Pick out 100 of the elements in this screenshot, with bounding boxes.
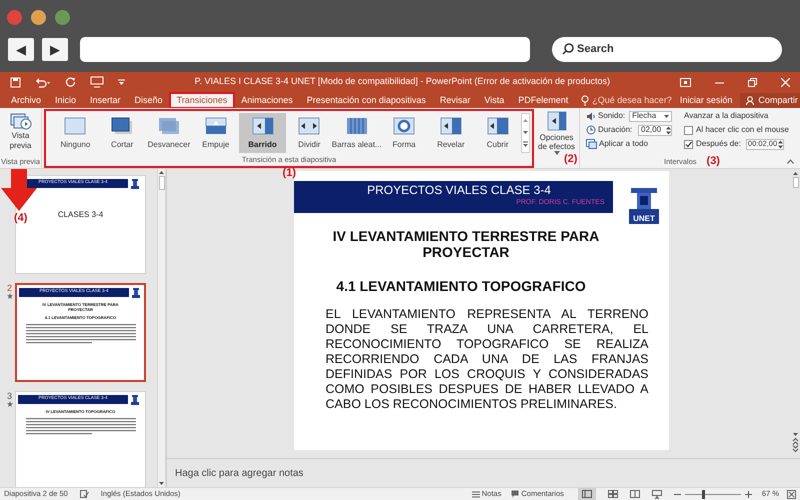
spin-arrows-icon: [666, 126, 671, 134]
share-button[interactable]: Compartir: [740, 93, 800, 108]
ribbon-tab[interactable]: Inicio: [48, 93, 84, 108]
apply-all-button[interactable]: Aplicar a todo: [586, 138, 672, 150]
duration-spinner[interactable]: 02,00: [638, 124, 672, 136]
maximize-button[interactable]: [55, 10, 70, 24]
checkbox[interactable]: [684, 140, 693, 148]
transition-option[interactable]: Empuje: [192, 113, 240, 153]
search-field[interactable]: Search: [552, 36, 782, 62]
collapse-ribbon-icon[interactable]: [787, 159, 794, 164]
notes-icon: [472, 490, 480, 498]
preview-button[interactable]: Vista previa: [4, 111, 38, 151]
normal-view-button[interactable]: [578, 488, 596, 500]
address-field[interactable]: [80, 36, 530, 62]
slide-sorter-icon[interactable]: [608, 490, 618, 498]
slides-icon: [586, 139, 597, 149]
scroll-down-icon[interactable]: [792, 431, 799, 438]
checkbox-label: Al hacer clic con el mouse: [696, 124, 789, 136]
ribbon-tab[interactable]: Transiciones: [170, 93, 234, 108]
zoom-in-icon[interactable]: [744, 490, 752, 498]
unet-logo: UNET: [626, 186, 660, 226]
normal-view-icon: [582, 490, 592, 498]
slideshow-icon[interactable]: [652, 490, 662, 498]
checkbox[interactable]: [684, 126, 693, 134]
transition-option[interactable]: Desvanecer: [146, 113, 192, 153]
field-label: Duración:: [598, 124, 632, 136]
scroll-thumb[interactable]: [158, 176, 164, 190]
minimize-button[interactable]: [31, 10, 46, 24]
annotation-label: (1): [282, 166, 296, 180]
presentation-icon[interactable]: [90, 76, 104, 88]
ribbon-tab[interactable]: Revisar: [432, 93, 478, 108]
transition-shape-icon: [392, 116, 416, 136]
transition-bars-icon: [344, 116, 369, 136]
preview-icon: [10, 111, 32, 131]
slide-title: CLASES 3-4: [58, 209, 104, 221]
section-heading: Avanzar a la diapositiva: [684, 110, 770, 122]
transition-option[interactable]: Ninguno: [52, 113, 99, 153]
speaker-icon: [586, 112, 596, 120]
transition-option[interactable]: Cubrir: [474, 113, 522, 153]
sound-dropdown[interactable]: Flecha: [629, 110, 672, 122]
logo-icon: [132, 288, 140, 298]
ribbon-tab[interactable]: Archivo: [4, 93, 48, 108]
next-slide-icon[interactable]: [792, 445, 799, 452]
slide-number: 2: [6, 283, 12, 293]
forward-button[interactable]: ▶: [42, 38, 68, 60]
slide-body-text: EL LEVANTAMIENTO REPRESENTA AL TERRENO DONDE SE TRAZA UNA CARRETERA, EL RECONOCIMIENTO TOPOGRAFICO SE REALIZA RECORRIENDO CADA UNA DE LAS FRANJAS DEFINIDAS POR LOS CROQUIS Y CONSIDERADAS COMO POSIBLES DESPUES DE HABER LLEVADO A CABO LOS RECONOCIMIENTOS PRELIMINARES.: [326, 307, 648, 412]
scrollbar[interactable]: [157, 169, 166, 487]
slide-subtitle: 4.1 LEVANTAMIENTO TOPOGRAFICO: [336, 277, 587, 296]
transition-reveal-icon: [438, 116, 463, 136]
back-button[interactable]: ◀: [8, 38, 34, 60]
ribbon-tab[interactable]: Insertar: [83, 93, 128, 108]
transition-option[interactable]: Barrido: [239, 113, 286, 153]
transition-option[interactable]: Dividir: [286, 113, 333, 153]
undo-icon[interactable]: [35, 76, 51, 88]
spin-arrows-icon: [778, 140, 783, 148]
ribbon-tab[interactable]: Animaciones: [234, 93, 300, 108]
save-icon[interactable]: [10, 76, 21, 88]
annotation-label: (3): [706, 155, 720, 167]
tell-me-field[interactable]: ¿Qué desea hacer?: [592, 94, 672, 108]
window-title: P. VIALES I CLASE 3-4 UNET [Modo de compatibilidad] - PowerPoint (Error de activación de productos): [194, 75, 611, 88]
transition-fade-icon: [156, 116, 181, 136]
customize-caret-icon[interactable]: [118, 78, 125, 86]
logo-icon: [131, 395, 139, 405]
previous-slide-icon[interactable]: [792, 438, 799, 445]
annotation-label: (4): [14, 211, 28, 226]
effect-options-icon: [546, 111, 566, 131]
ribbon-tab[interactable]: Diseño: [128, 93, 170, 108]
close-icon[interactable]: [781, 78, 790, 86]
ribbon-tab[interactable]: PDFelement: [511, 93, 576, 108]
dropdown-caret-icon: [554, 151, 560, 155]
person-icon: [746, 96, 756, 105]
transition-option[interactable]: Forma: [380, 113, 428, 153]
slide-title: IV LEVANTAMIENTO TERRESTRE PARA PROYECTAR: [332, 228, 600, 260]
logo-icon: [131, 179, 139, 189]
spelling-check-icon[interactable]: [80, 490, 89, 498]
reading-view-icon[interactable]: [630, 490, 640, 498]
transition-option[interactable]: Barras aleat...: [332, 113, 381, 153]
transition-option[interactable]: Revelar: [427, 113, 474, 153]
checkbox-label: Después de:: [696, 138, 741, 150]
dropdown-caret-icon: [664, 114, 669, 118]
fit-to-window-icon[interactable]: [787, 490, 796, 498]
scroll-thumb[interactable]: [792, 177, 798, 188]
sign-in-link[interactable]: Iniciar sesión: [672, 93, 740, 108]
transition-split-icon: [297, 116, 322, 136]
search-icon: [562, 43, 574, 55]
transition-none-icon: [63, 116, 88, 136]
ribbon-tab[interactable]: Vista: [477, 93, 512, 108]
transition-push-icon: [204, 116, 228, 136]
transition-option[interactable]: Cortar: [98, 113, 146, 153]
transition-cut-icon: [110, 116, 134, 136]
field-label: Sonido:: [598, 110, 626, 122]
ribbon-tab[interactable]: Presentación con diapositivas: [300, 93, 433, 108]
slide-number: 3: [6, 391, 12, 401]
comment-icon: [511, 490, 520, 498]
zoom-slider-thumb[interactable]: [702, 490, 705, 498]
arrow-drawing: [0, 169, 38, 212]
restore-icon[interactable]: [748, 78, 757, 86]
display-options-icon[interactable]: [680, 78, 691, 86]
redo-icon[interactable]: [65, 76, 76, 88]
search-placeholder: Search: [577, 42, 614, 57]
